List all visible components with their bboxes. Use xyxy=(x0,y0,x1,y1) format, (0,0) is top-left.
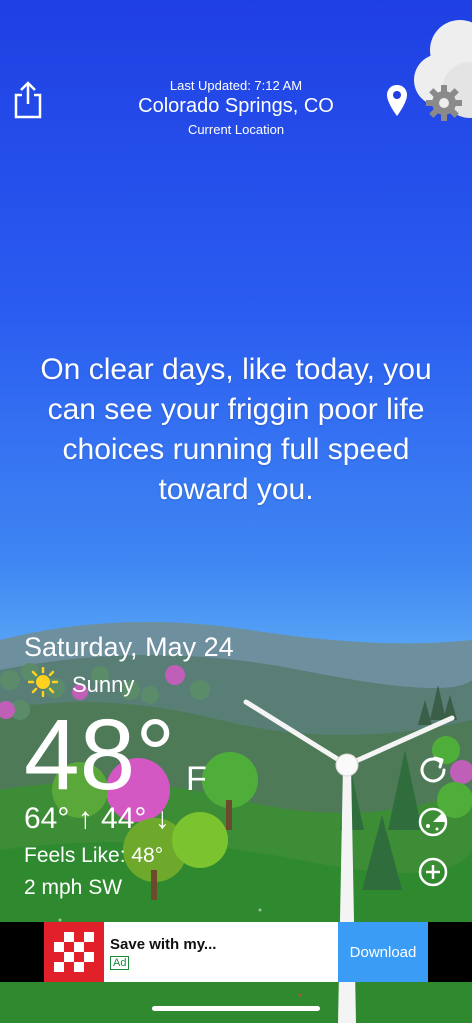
share-icon[interactable] xyxy=(12,80,44,120)
sun-icon xyxy=(28,667,58,697)
last-updated-text: Last Updated: 7:12 AM xyxy=(169,78,303,93)
current-location-label: Current Location xyxy=(187,122,285,137)
ad-download-button[interactable]: Download xyxy=(338,922,428,982)
home-indicator[interactable] xyxy=(152,1006,320,1011)
ad-title: Save with my... xyxy=(110,936,217,953)
ad-logo-icon xyxy=(44,922,104,982)
condition-label: Sunny xyxy=(72,672,135,697)
location-pin-icon[interactable] xyxy=(386,84,408,118)
ad-banner: Save with my... Ad Download xyxy=(0,922,472,982)
date-label: Saturday, May 24 xyxy=(24,632,234,662)
ad-content[interactable]: Save with my... Ad Download xyxy=(44,922,428,982)
current-temperature: 48° xyxy=(24,699,176,811)
weather-screen: Last Updated: 7:12 AM Colorado Springs, … xyxy=(0,0,472,1023)
location-header: Last Updated: 7:12 AM Colorado Springs, … xyxy=(100,78,372,137)
city-name[interactable]: Colorado Springs, CO xyxy=(100,95,372,118)
radar-icon[interactable] xyxy=(416,805,450,839)
gear-icon[interactable] xyxy=(425,84,463,122)
high-low-temperature: 64° ↑ 44° ↓ xyxy=(24,802,170,835)
wind-label: 2 mph SW xyxy=(24,876,123,899)
feels-like-label: Feels Like: 48° xyxy=(24,844,164,867)
refresh-icon[interactable] xyxy=(416,753,450,787)
ad-badge: Ad xyxy=(110,956,130,970)
temperature-unit[interactable]: F xyxy=(186,760,207,799)
weather-quote: On clear days, like today, you can see y… xyxy=(40,353,432,506)
add-location-icon[interactable] xyxy=(416,855,450,889)
